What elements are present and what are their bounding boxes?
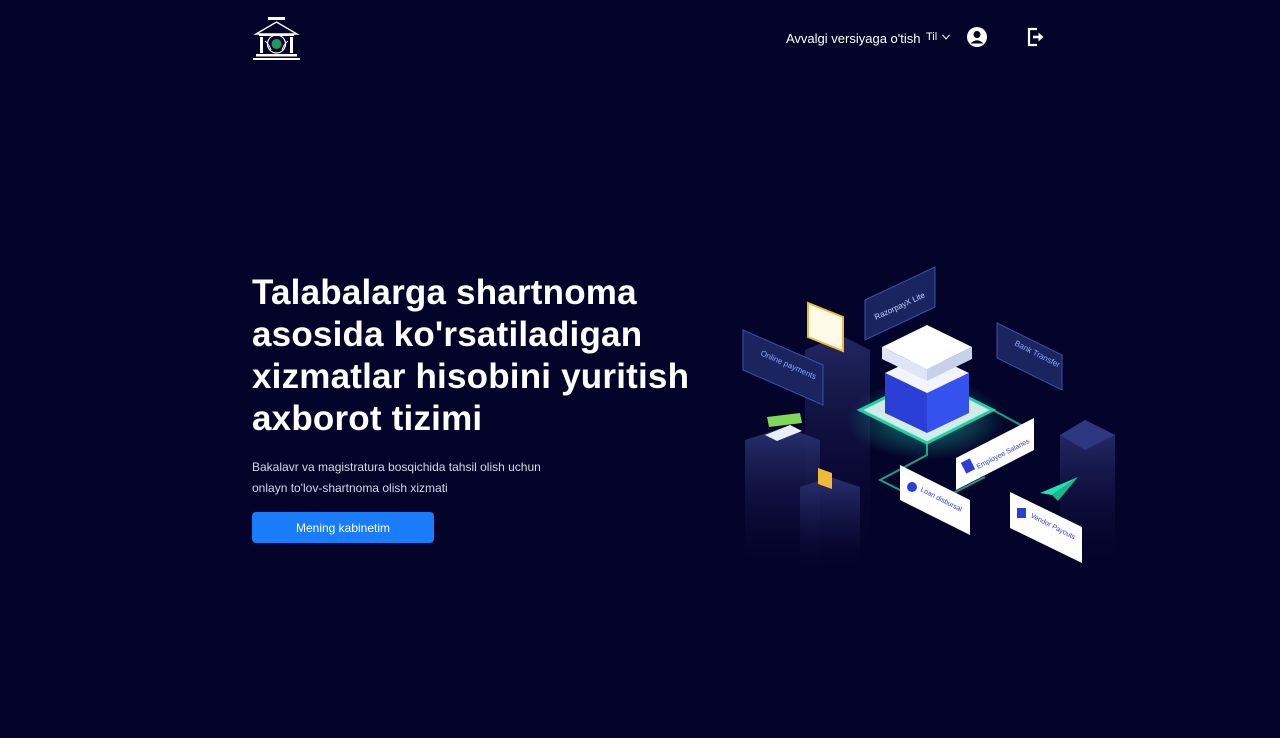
language-select[interactable]: Til: [926, 31, 951, 43]
chevron-down-icon: [942, 34, 951, 40]
hero-subtitle-line-2: onlayn to'lov-shartnoma olish xizmati: [252, 481, 448, 495]
top-navigation: Avvalgi versiyaga o'tish Til: [0, 24, 1280, 52]
user-account-icon[interactable]: [966, 26, 988, 48]
page: Avvalgi versiyaga o'tish Til Talabalarga…: [0, 0, 1280, 738]
hero-title: Talabalarga shartnoma asosida ko'rsatila…: [252, 273, 690, 438]
payments-illustration: Online payments RazorpayX Lite Bank Tran…: [742, 266, 1115, 575]
logout-icon[interactable]: [1025, 26, 1047, 48]
hero-subtitle: Bakalavr va magistratura bosqichida tahs…: [252, 457, 582, 499]
previous-version-link[interactable]: Avvalgi versiyaga o'tish: [786, 31, 920, 46]
language-label: Til: [926, 31, 938, 43]
envelope-card: [807, 301, 844, 353]
my-cabinet-button[interactable]: Mening kabinetim: [252, 512, 434, 543]
card-online-payments: Online payments: [742, 329, 824, 406]
server-block: [882, 325, 972, 433]
card-bank-transfer: Bank Transfer: [996, 322, 1063, 391]
hero-subtitle-line-1: Bakalavr va magistratura bosqichida tahs…: [252, 460, 541, 474]
